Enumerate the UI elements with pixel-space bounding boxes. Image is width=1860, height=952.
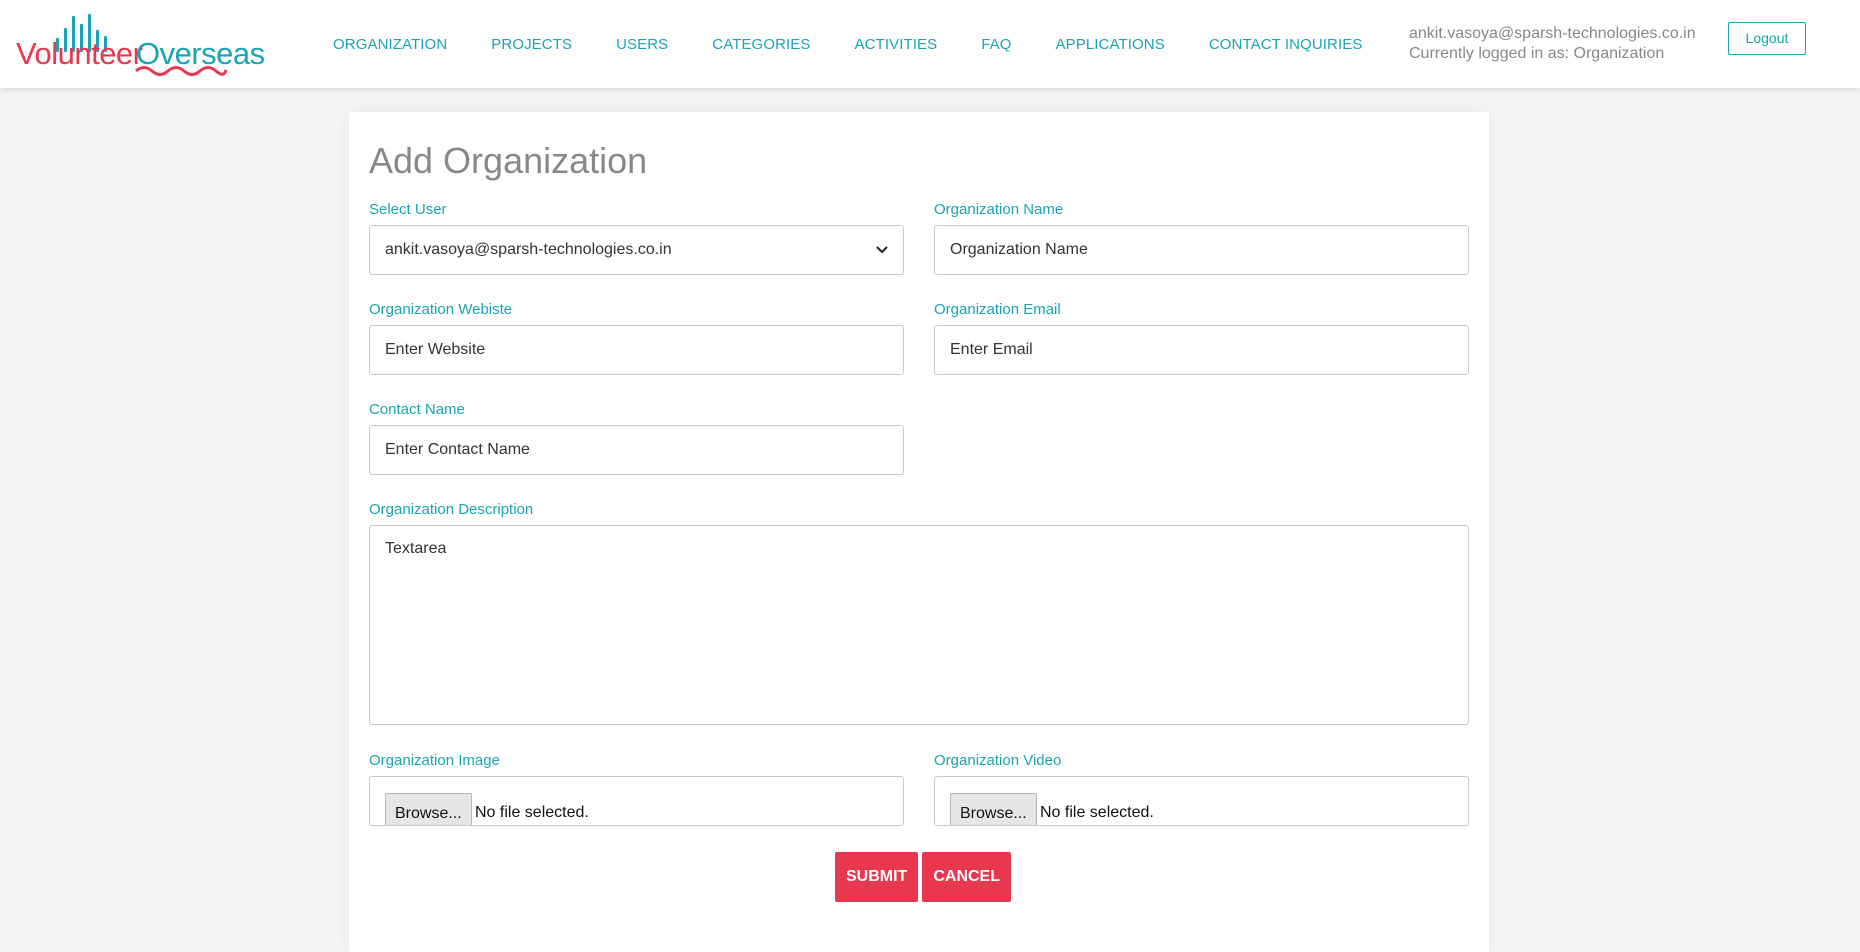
organization-name-input[interactable] <box>950 241 1453 259</box>
logo-word-volunteer: Volunteer <box>16 36 143 71</box>
organization-website-field: Organization Webiste <box>369 302 904 375</box>
logout-button[interactable]: Logout <box>1728 22 1806 55</box>
video-file-status: No file selected. <box>1040 804 1154 821</box>
organization-description-box <box>369 525 1469 725</box>
contact-name-box <box>369 425 904 475</box>
select-user-field: Select User ankit.vasoya@sparsh-technolo… <box>369 202 904 275</box>
organization-website-label: Organization Webiste <box>369 301 513 318</box>
nav-categories[interactable]: CATEGORIES <box>712 36 810 53</box>
organization-email-box <box>934 325 1469 375</box>
organization-image-upload: Browse... No file selected. <box>369 776 904 826</box>
volunteer-overseas-logo[interactable]: Volunteer Overseas <box>16 12 265 76</box>
page-title: Add Organization <box>369 140 648 181</box>
organization-website-box <box>369 325 904 375</box>
submit-button[interactable]: SUBMIT <box>835 852 919 902</box>
organization-email-label: Organization Email <box>934 301 1061 318</box>
organization-video-field: Organization Video Browse... No file sel… <box>934 753 1469 826</box>
organization-video-label: Organization Video <box>934 752 1062 769</box>
nav-faq[interactable]: FAQ <box>981 36 1011 53</box>
nav-users[interactable]: USERS <box>616 36 668 53</box>
contact-name-input[interactable] <box>385 441 888 459</box>
organization-image-label: Organization Image <box>369 752 500 769</box>
nav-applications[interactable]: APPLICATIONS <box>1056 36 1165 53</box>
select-user-label: Select User <box>369 201 447 218</box>
organization-website-input[interactable] <box>385 341 888 359</box>
nav-contact-inquiries[interactable]: CONTACT INQUIRIES <box>1209 36 1363 53</box>
organization-description-textarea[interactable] <box>385 540 1453 710</box>
top-header: Volunteer Overseas ORGANIZATION PROJECTS… <box>0 0 1860 88</box>
logo-wave-graphic <box>135 66 228 76</box>
video-browse-button[interactable]: Browse... <box>950 793 1037 825</box>
image-browse-button[interactable]: Browse... <box>385 793 472 825</box>
main-nav: ORGANIZATION PROJECTS USERS CATEGORIES A… <box>333 36 1406 53</box>
select-user-dropdown[interactable]: ankit.vasoya@sparsh-technologies.co.in <box>369 225 904 275</box>
user-role-text: Currently logged in as: Organization <box>1409 45 1665 62</box>
organization-video-upload: Browse... No file selected. <box>934 776 1469 826</box>
nav-activities[interactable]: ACTIVITIES <box>855 36 938 53</box>
contact-name-label: Contact Name <box>369 401 465 418</box>
form-actions: SUBMIT CANCEL <box>835 852 1011 902</box>
nav-organization[interactable]: ORGANIZATION <box>333 36 447 53</box>
user-email: ankit.vasoya@sparsh-technologies.co.in <box>1409 25 1696 42</box>
contact-name-field: Contact Name <box>369 402 904 475</box>
organization-description-label: Organization Description <box>369 501 534 518</box>
cancel-button[interactable]: CANCEL <box>922 852 1011 902</box>
chevron-down-icon <box>876 246 888 254</box>
organization-name-box <box>934 225 1469 275</box>
organization-description-field: Organization Description <box>369 502 1469 725</box>
organization-name-field: Organization Name <box>934 202 1469 275</box>
organization-image-field: Organization Image Browse... No file sel… <box>369 753 904 826</box>
select-user-value: ankit.vasoya@sparsh-technologies.co.in <box>385 241 672 258</box>
image-file-status: No file selected. <box>475 804 589 821</box>
add-organization-card: Add Organization Select User ankit.vasoy… <box>349 112 1489 952</box>
organization-email-input[interactable] <box>950 341 1453 359</box>
nav-projects[interactable]: PROJECTS <box>491 36 572 53</box>
organization-name-label: Organization Name <box>934 201 1064 218</box>
user-info: ankit.vasoya@sparsh-technologies.co.in C… <box>1409 24 1696 64</box>
organization-email-field: Organization Email <box>934 302 1469 375</box>
